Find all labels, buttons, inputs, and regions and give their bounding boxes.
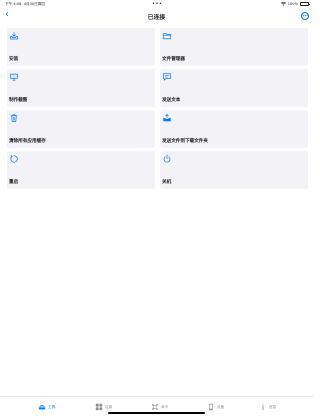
device-icon <box>209 403 213 411</box>
screenshot-label: 制作截图 <box>9 98 28 103</box>
shutdown-label: 关机 <box>162 180 172 185</box>
install-label: 安装 <box>9 57 19 62</box>
message-text-icon <box>163 73 171 81</box>
file-manager-card[interactable]: 文件管理器 <box>160 28 308 66</box>
status-right: 100% <box>280 1 310 6</box>
tab-device[interactable]: 设备 <box>207 403 224 411</box>
shutdown-card[interactable]: 关机 <box>160 151 308 189</box>
tray-install-icon <box>10 32 18 40</box>
tab-tools[interactable]: 工具 <box>38 403 55 411</box>
restart-card[interactable]: 重启 <box>7 151 155 189</box>
info-icon <box>262 404 264 411</box>
tab-commands[interactable]: 命令 <box>151 403 168 411</box>
battery-percent: 100% <box>287 1 298 6</box>
file-manager-label: 文件管理器 <box>162 57 185 62</box>
battery-icon <box>300 1 310 6</box>
multitasking-dots[interactable]: ••• <box>152 1 162 7</box>
clear-cache-card[interactable]: 清除所有应用缓存 <box>7 110 155 148</box>
action-grid: 安装 文件管理器 制作截图 发送文本 清除所有应用缓存 发送文件到下载文件夹 重… <box>7 28 308 189</box>
send-file-label: 发送文件到下载文件夹 <box>162 139 208 144</box>
tab-apps-label: 应用 <box>105 404 113 409</box>
tab-apps[interactable]: 应用 <box>95 403 112 411</box>
status-bar: 下午 4:08 4月30日周四 ••• 100% <box>0 0 313 8</box>
clear-cache-label: 清除所有应用缓存 <box>9 139 46 144</box>
send-text-label: 发送文本 <box>162 98 181 103</box>
home-indicator[interactable] <box>108 412 205 414</box>
apps-grid-icon <box>95 403 103 411</box>
screenshot-card[interactable]: 制作截图 <box>7 69 155 107</box>
status-time: 下午 4:08 4月30日周四 <box>5 2 45 6</box>
tab-tools-label: 工具 <box>48 404 56 409</box>
folder-icon <box>162 33 172 40</box>
tab-device-label: 设备 <box>217 404 225 409</box>
send-file-card[interactable]: 发送文件到下载文件夹 <box>160 110 308 148</box>
tray-upload-icon <box>163 114 171 122</box>
page-title: 已连接 <box>147 15 166 21</box>
ellipsis-icon: ••• <box>301 13 309 18</box>
install-card[interactable]: 安装 <box>7 28 155 66</box>
tab-bar: 工具 应用 命令 设备 信息 <box>0 396 313 418</box>
trash-icon <box>10 114 18 122</box>
restart-label: 重启 <box>9 180 19 185</box>
monitor-screenshot-icon <box>10 73 18 81</box>
tab-info-label: 信息 <box>269 404 277 409</box>
wifi-icon <box>280 1 286 6</box>
tab-commands-label: 命令 <box>161 404 169 409</box>
tab-info[interactable]: 信息 <box>259 403 276 411</box>
restart-icon <box>10 154 18 163</box>
power-icon <box>163 154 171 163</box>
send-text-card[interactable]: 发送文本 <box>160 69 308 107</box>
command-icon <box>151 403 159 411</box>
navigation-bar: ‹ 已连接 ••• <box>0 8 313 24</box>
toolbox-icon <box>38 405 46 410</box>
more-options-button[interactable]: ••• <box>301 12 309 20</box>
